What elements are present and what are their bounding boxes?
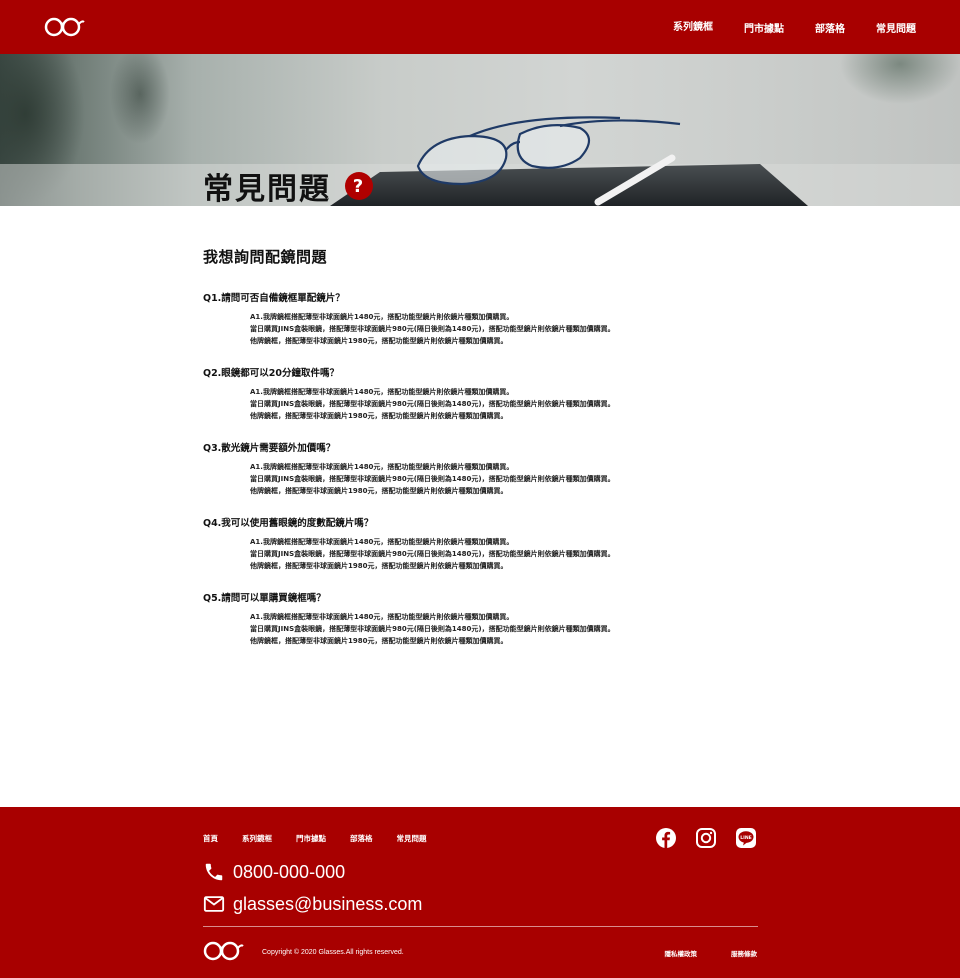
faq-answer-line: 當日購買JINS盒裝眼鏡，搭配薄型非球面鏡片980元(隔日後則為1480元)，搭…	[250, 325, 615, 333]
faq-answer-line: 他牌鏡框，搭配薄型非球面鏡片1980元，搭配功能型鏡片則依鏡片種類加價購買。	[250, 562, 508, 570]
footer-link-frames[interactable]: 系列鏡框	[242, 833, 272, 844]
faq-answer-line: A1.我牌鏡框搭配薄型非球面鏡片1480元，搭配功能型鏡片則依鏡片種類加價購買。	[250, 613, 514, 621]
hero-glasses-photo	[0, 54, 960, 206]
faq-answer-line: 當日購買JINS盒裝眼鏡，搭配薄型非球面鏡片980元(隔日後則為1480元)，搭…	[250, 400, 615, 408]
footer-nav: 首頁 系列鏡框 門市據點 部落格 常見問題	[203, 833, 451, 844]
nav-item-frames[interactable]: 系列鏡框	[673, 18, 713, 33]
facebook-icon[interactable]	[655, 827, 677, 849]
faq-answer-line: A1.我牌鏡框搭配薄型非球面鏡片1480元，搭配功能型鏡片則依鏡片種類加價購買。	[250, 388, 514, 396]
mail-icon	[203, 896, 225, 912]
faq-question: Q5.請問可以單購買鏡框嗎？	[203, 593, 326, 604]
glasses-logo-icon[interactable]	[43, 13, 85, 41]
email-address: glasses@business.com	[233, 893, 423, 914]
faq-question: Q4.我可以使用舊眼鏡的度數配鏡片嗎？	[203, 518, 374, 529]
footer-link-faq[interactable]: 常見問題	[397, 833, 427, 844]
footer-link-blog[interactable]: 部落格	[350, 833, 373, 844]
terms-of-service-link[interactable]: 服務條款	[731, 948, 757, 958]
nav-item-faq[interactable]: 常見問題	[876, 20, 916, 35]
faq-answer-line: 他牌鏡框，搭配薄型非球面鏡片1980元，搭配功能型鏡片則依鏡片種類加價購買。	[250, 412, 508, 420]
phone-number: 0800-000-000	[233, 861, 346, 882]
faq-item: Q2.眼鏡都可以20分鐘取件嗎？ A1.我牌鏡框搭配薄型非球面鏡片1480元，搭…	[203, 365, 763, 422]
phone-icon	[205, 863, 223, 881]
footer-link-home[interactable]: 首頁	[203, 833, 218, 844]
faq-question: Q3.散光鏡片需要額外加價嗎？	[203, 443, 336, 454]
email-contact[interactable]: glasses@business.com	[203, 893, 422, 915]
svg-text:LINE: LINE	[740, 835, 752, 841]
privacy-policy-link[interactable]: 隱私權政策	[665, 948, 698, 958]
legal-links: 隱私權政策 服務條款	[631, 948, 758, 958]
faq-item: Q3.散光鏡片需要額外加價嗎？ A1.我牌鏡框搭配薄型非球面鏡片1480元，搭配…	[203, 440, 763, 497]
faq-answer-line: 當日購買JINS盒裝眼鏡，搭配薄型非球面鏡片980元(隔日後則為1480元)，搭…	[250, 550, 615, 558]
faq-answer-line: 他牌鏡框，搭配薄型非球面鏡片1980元，搭配功能型鏡片則依鏡片種類加價購買。	[250, 637, 508, 645]
faq-question: Q2.眼鏡都可以20分鐘取件嗎？	[203, 368, 340, 379]
faq-answer-line: 他牌鏡框，搭配薄型非球面鏡片1980元，搭配功能型鏡片則依鏡片種類加價購買。	[250, 337, 508, 345]
site-footer: 首頁 系列鏡框 門市據點 部落格 常見問題 LINE 0800-000-000	[0, 807, 960, 978]
faq-item: Q1.請問可否自備鏡框單配鏡片？ A1.我牌鏡框搭配薄型非球面鏡片1480元，搭…	[203, 290, 763, 347]
faq-answer: A1.我牌鏡框搭配薄型非球面鏡片1480元，搭配功能型鏡片則依鏡片種類加價購買。…	[203, 461, 763, 497]
faq-item: Q5.請問可以單購買鏡框嗎？ A1.我牌鏡框搭配薄型非球面鏡片1480元，搭配功…	[203, 590, 763, 647]
site-header: 系列鏡框 門市據點 部落格 常見問題	[0, 0, 960, 54]
page-title-text: 常見問題	[203, 172, 331, 206]
faq-section-title: 我想詢問配鏡問題	[203, 248, 328, 266]
faq-answer-line: A1.我牌鏡框搭配薄型非球面鏡片1480元，搭配功能型鏡片則依鏡片種類加價購買。	[250, 313, 514, 321]
faq-question: Q1.請問可否自備鏡框單配鏡片？	[203, 293, 345, 304]
copyright-text: Copyright © 2020 Glasses.All rights rese…	[262, 949, 404, 956]
faq-answer-line: 當日購買JINS盒裝眼鏡，搭配薄型非球面鏡片980元(隔日後則為1480元)，搭…	[250, 625, 615, 633]
social-links: LINE	[637, 827, 757, 849]
glasses-logo-icon[interactable]	[202, 937, 244, 965]
page-title: 常見問題 ?	[203, 164, 373, 206]
instagram-icon[interactable]	[695, 827, 717, 849]
faq-answer-line: 他牌鏡框，搭配薄型非球面鏡片1980元，搭配功能型鏡片則依鏡片種類加價購買。	[250, 487, 508, 495]
footer-divider	[203, 926, 758, 927]
faq-answer: A1.我牌鏡框搭配薄型非球面鏡片1480元，搭配功能型鏡片則依鏡片種類加價購買。…	[203, 311, 763, 347]
faq-section: 我想詢問配鏡問題 Q1.請問可否自備鏡框單配鏡片？ A1.我牌鏡框搭配薄型非球面…	[203, 246, 763, 665]
faq-item: Q4.我可以使用舊眼鏡的度數配鏡片嗎？ A1.我牌鏡框搭配薄型非球面鏡片1480…	[203, 515, 763, 572]
nav-item-stores[interactable]: 門市據點	[744, 20, 784, 35]
faq-answer-line: A1.我牌鏡框搭配薄型非球面鏡片1480元，搭配功能型鏡片則依鏡片種類加價購買。	[250, 538, 514, 546]
hero-banner: 常見問題 ?	[0, 54, 960, 206]
question-mark-icon: ?	[345, 172, 373, 200]
faq-answer-line: A1.我牌鏡框搭配薄型非球面鏡片1480元，搭配功能型鏡片則依鏡片種類加價購買。	[250, 463, 514, 471]
main-nav: 系列鏡框 門市據點 部落格 常見問題	[642, 0, 916, 54]
footer-link-stores[interactable]: 門市據點	[296, 833, 326, 844]
line-icon[interactable]: LINE	[735, 827, 757, 849]
faq-answer: A1.我牌鏡框搭配薄型非球面鏡片1480元，搭配功能型鏡片則依鏡片種類加價購買。…	[203, 386, 763, 422]
faq-answer-line: 當日購買JINS盒裝眼鏡，搭配薄型非球面鏡片980元(隔日後則為1480元)，搭…	[250, 475, 615, 483]
faq-answer: A1.我牌鏡框搭配薄型非球面鏡片1480元，搭配功能型鏡片則依鏡片種類加價購買。…	[203, 611, 763, 647]
nav-item-blog[interactable]: 部落格	[815, 20, 845, 35]
faq-answer: A1.我牌鏡框搭配薄型非球面鏡片1480元，搭配功能型鏡片則依鏡片種類加價購買。…	[203, 536, 763, 572]
phone-contact[interactable]: 0800-000-000	[203, 861, 345, 883]
